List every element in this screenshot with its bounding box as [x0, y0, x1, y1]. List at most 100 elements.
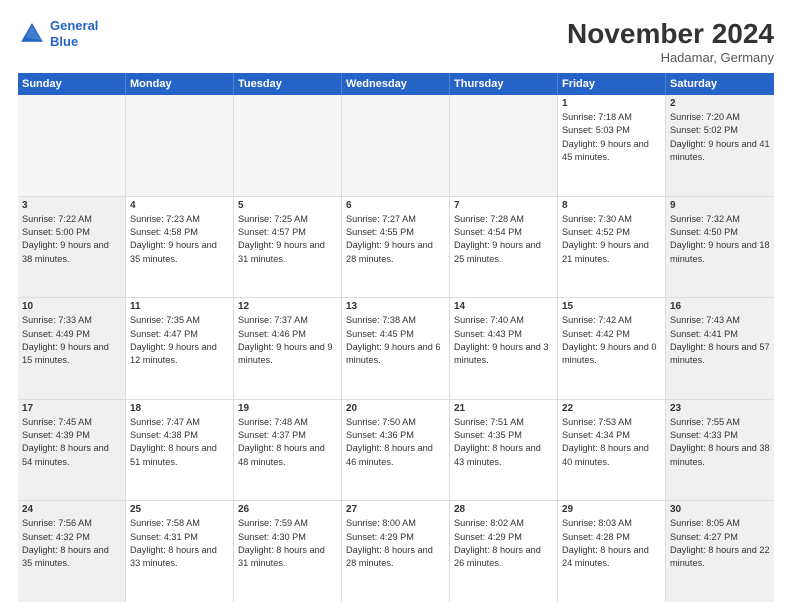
header-day-tuesday: Tuesday: [234, 73, 342, 95]
day-cell-26: 26 Sunrise: 7:59 AMSunset: 4:30 PMDayligh…: [234, 501, 342, 602]
empty-cell: [126, 95, 234, 196]
day-number: 2: [670, 98, 770, 109]
day-cell-23: 23Sunrise: 7:55 AMSunset: 4:33 PMDayligh…: [666, 400, 774, 501]
day-cell-10: 10 Sunrise: 7:33 AMSunset: 4:49 PMDayligh…: [18, 298, 126, 399]
day-detail: Sunrise: 7:32 AMSunset: 4:50 PMDaylight:…: [670, 213, 770, 266]
day-number: 3: [22, 200, 121, 211]
day-cell-2: 2 Sunrise: 7:20 AMSunset: 5:02 PMDaylight…: [666, 95, 774, 196]
day-detail: Sunrise: 7:28 AMSunset: 4:54 PMDaylight:…: [454, 213, 553, 266]
day-detail: Sunrise: 7:22 AMSunset: 5:00 PMDaylight:…: [22, 213, 121, 266]
day-detail: Sunrise: 7:59 AMSunset: 4:30 PMDaylight:…: [238, 517, 337, 570]
day-cell-16: 16Sunrise: 7:43 AMSunset: 4:41 PMDayligh…: [666, 298, 774, 399]
logo-text: General Blue: [50, 18, 98, 49]
header-day-monday: Monday: [126, 73, 234, 95]
calendar-row-4: 17 Sunrise: 7:45 AMSunset: 4:39 PMDayligh…: [18, 400, 774, 502]
day-cell-1: 1 Sunrise: 7:18 AMSunset: 5:03 PMDaylight…: [558, 95, 666, 196]
day-cell-7: 7 Sunrise: 7:28 AMSunset: 4:54 PMDaylight…: [450, 197, 558, 298]
day-number: 10: [22, 301, 121, 312]
day-cell-20: 20Sunrise: 7:50 AMSunset: 4:36 PMDayligh…: [342, 400, 450, 501]
day-detail: Sunrise: 7:51 AMSunset: 4:35 PMDaylight:…: [454, 416, 553, 469]
day-number: 8: [562, 200, 661, 211]
day-cell-28: 28Sunrise: 8:02 AMSunset: 4:29 PMDayligh…: [450, 501, 558, 602]
day-detail: Sunrise: 7:23 AMSunset: 4:58 PMDaylight:…: [130, 213, 229, 266]
day-cell-13: 13 Sunrise: 7:38 AMSunset: 4:45 PMDayligh…: [342, 298, 450, 399]
calendar-row-5: 24 Sunrise: 7:56 AMSunset: 4:32 PMDayligh…: [18, 501, 774, 602]
day-detail: Sunrise: 7:58 AMSunset: 4:31 PMDaylight:…: [130, 517, 229, 570]
day-number: 14: [454, 301, 553, 312]
empty-cell: [342, 95, 450, 196]
day-number: 4: [130, 200, 229, 211]
calendar-row-3: 10 Sunrise: 7:33 AMSunset: 4:49 PMDayligh…: [18, 298, 774, 400]
day-cell-5: 5Sunrise: 7:25 AMSunset: 4:57 PMDaylight…: [234, 197, 342, 298]
calendar: SundayMondayTuesdayWednesdayThursdayFrid…: [18, 73, 774, 602]
day-number: 30: [670, 504, 770, 515]
day-cell-25: 25 Sunrise: 7:58 AMSunset: 4:31 PMDayligh…: [126, 501, 234, 602]
day-number: 24: [22, 504, 121, 515]
day-detail: Sunrise: 7:20 AMSunset: 5:02 PMDaylight:…: [670, 111, 770, 164]
day-detail: Sunrise: 7:33 AMSunset: 4:49 PMDaylight:…: [22, 314, 121, 367]
day-cell-8: 8 Sunrise: 7:30 AMSunset: 4:52 PMDaylight…: [558, 197, 666, 298]
day-detail: Sunrise: 8:02 AMSunset: 4:29 PMDaylight:…: [454, 517, 553, 570]
day-cell-9: 9Sunrise: 7:32 AMSunset: 4:50 PMDaylight…: [666, 197, 774, 298]
day-cell-29: 29Sunrise: 8:03 AMSunset: 4:28 PMDayligh…: [558, 501, 666, 602]
day-cell-4: 4 Sunrise: 7:23 AMSunset: 4:58 PMDaylight…: [126, 197, 234, 298]
day-cell-3: 3 Sunrise: 7:22 AMSunset: 5:00 PMDaylight…: [18, 197, 126, 298]
day-number: 18: [130, 403, 229, 414]
day-number: 15: [562, 301, 661, 312]
day-number: 13: [346, 301, 445, 312]
header-day-friday: Friday: [558, 73, 666, 95]
day-detail: Sunrise: 7:56 AMSunset: 4:32 PMDaylight:…: [22, 517, 121, 570]
day-cell-12: 12 Sunrise: 7:37 AMSunset: 4:46 PMDayligh…: [234, 298, 342, 399]
logo-line2: Blue: [50, 34, 78, 49]
day-cell-27: 27 Sunrise: 8:00 AMSunset: 4:29 PMDayligh…: [342, 501, 450, 602]
day-detail: Sunrise: 7:37 AMSunset: 4:46 PMDaylight:…: [238, 314, 337, 367]
day-detail: Sunrise: 7:45 AMSunset: 4:39 PMDaylight:…: [22, 416, 121, 469]
day-number: 17: [22, 403, 121, 414]
day-detail: Sunrise: 7:30 AMSunset: 4:52 PMDaylight:…: [562, 213, 661, 266]
day-number: 7: [454, 200, 553, 211]
day-detail: Sunrise: 7:47 AMSunset: 4:38 PMDaylight:…: [130, 416, 229, 469]
day-number: 27: [346, 504, 445, 515]
day-number: 16: [670, 301, 770, 312]
day-cell-14: 14Sunrise: 7:40 AMSunset: 4:43 PMDayligh…: [450, 298, 558, 399]
day-cell-24: 24 Sunrise: 7:56 AMSunset: 4:32 PMDayligh…: [18, 501, 126, 602]
day-detail: Sunrise: 7:50 AMSunset: 4:36 PMDaylight:…: [346, 416, 445, 469]
header-day-saturday: Saturday: [666, 73, 774, 95]
day-number: 6: [346, 200, 445, 211]
day-detail: Sunrise: 7:35 AMSunset: 4:47 PMDaylight:…: [130, 314, 229, 367]
day-detail: Sunrise: 7:18 AMSunset: 5:03 PMDaylight:…: [562, 111, 661, 164]
calendar-header: SundayMondayTuesdayWednesdayThursdayFrid…: [18, 73, 774, 95]
day-detail: Sunrise: 7:27 AMSunset: 4:55 PMDaylight:…: [346, 213, 445, 266]
day-detail: Sunrise: 8:05 AMSunset: 4:27 PMDaylight:…: [670, 517, 770, 570]
day-number: 25: [130, 504, 229, 515]
day-number: 12: [238, 301, 337, 312]
month-title: November 2024: [567, 18, 774, 50]
day-cell-17: 17 Sunrise: 7:45 AMSunset: 4:39 PMDayligh…: [18, 400, 126, 501]
day-number: 21: [454, 403, 553, 414]
day-number: 29: [562, 504, 661, 515]
header-day-wednesday: Wednesday: [342, 73, 450, 95]
day-detail: Sunrise: 7:25 AMSunset: 4:57 PMDaylight:…: [238, 213, 337, 266]
day-number: 11: [130, 301, 229, 312]
day-number: 19: [238, 403, 337, 414]
day-number: 1: [562, 98, 661, 109]
header-day-sunday: Sunday: [18, 73, 126, 95]
day-detail: Sunrise: 7:53 AMSunset: 4:34 PMDaylight:…: [562, 416, 661, 469]
day-cell-22: 22Sunrise: 7:53 AMSunset: 4:34 PMDayligh…: [558, 400, 666, 501]
header: General Blue November 2024 Hadamar, Germ…: [18, 18, 774, 65]
day-detail: Sunrise: 7:42 AMSunset: 4:42 PMDaylight:…: [562, 314, 661, 367]
calendar-row-1: 1 Sunrise: 7:18 AMSunset: 5:03 PMDaylight…: [18, 95, 774, 197]
logo-line1: General: [50, 18, 98, 33]
day-cell-30: 30 Sunrise: 8:05 AMSunset: 4:27 PMDayligh…: [666, 501, 774, 602]
day-detail: Sunrise: 8:00 AMSunset: 4:29 PMDaylight:…: [346, 517, 445, 570]
calendar-body: 1 Sunrise: 7:18 AMSunset: 5:03 PMDaylight…: [18, 95, 774, 602]
day-detail: Sunrise: 7:38 AMSunset: 4:45 PMDaylight:…: [346, 314, 445, 367]
empty-cell: [18, 95, 126, 196]
day-number: 23: [670, 403, 770, 414]
page: General Blue November 2024 Hadamar, Germ…: [0, 0, 792, 612]
day-number: 26: [238, 504, 337, 515]
day-cell-21: 21 Sunrise: 7:51 AMSunset: 4:35 PMDayligh…: [450, 400, 558, 501]
calendar-row-2: 3 Sunrise: 7:22 AMSunset: 5:00 PMDaylight…: [18, 197, 774, 299]
day-detail: Sunrise: 7:48 AMSunset: 4:37 PMDaylight:…: [238, 416, 337, 469]
day-cell-11: 11 Sunrise: 7:35 AMSunset: 4:47 PMDayligh…: [126, 298, 234, 399]
